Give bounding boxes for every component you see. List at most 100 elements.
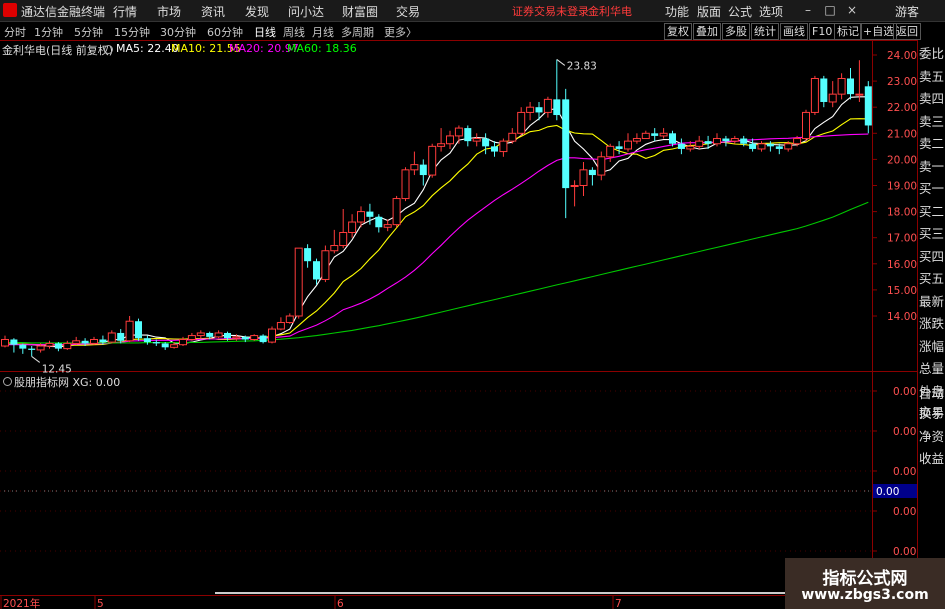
- candle-body-up: [855, 93, 864, 96]
- candle-body-up: [606, 145, 615, 158]
- y-tick-label: 15.00: [887, 285, 917, 297]
- candle-body-up: [784, 143, 793, 150]
- y-tick-label: 16.00: [887, 259, 917, 271]
- candle-body-up: [187, 335, 196, 340]
- candle-body-up: [170, 344, 179, 348]
- y-tick-label: 21.00: [887, 128, 917, 140]
- y-tick-label: 18.00: [887, 207, 917, 219]
- y-tick-label: 19.00: [887, 181, 917, 193]
- candle-body-down: [677, 143, 685, 149]
- candle-body-down: [588, 169, 596, 176]
- candle-body-up: [63, 342, 72, 350]
- candle-body-down: [224, 332, 231, 339]
- ma-line-ma10: [4, 118, 869, 346]
- candle-body-up: [526, 106, 535, 113]
- candle-body-up: [383, 224, 392, 228]
- side-item-18[interactable]: 收益: [919, 448, 945, 470]
- candle-body-down: [81, 340, 89, 344]
- candle-body-up: [810, 77, 819, 113]
- candle-body-up: [570, 185, 579, 187]
- candle-body-down: [161, 343, 169, 348]
- side-item-7[interactable]: 买二: [919, 201, 945, 223]
- side-item-2[interactable]: 卖四: [919, 88, 945, 110]
- candle-body-down: [847, 78, 854, 95]
- candle-body-up: [107, 332, 116, 343]
- y-tick-label: 17.00: [887, 233, 917, 245]
- candle-body-up: [72, 340, 81, 344]
- y-tick-label: 24.00: [887, 50, 917, 62]
- side-item-0[interactable]: 委比: [919, 43, 945, 65]
- candle-body-down: [562, 99, 570, 189]
- candle-body-up: [641, 132, 650, 140]
- sub-y-tick-label: 0.00: [893, 466, 916, 478]
- candle-body-down: [722, 138, 730, 142]
- side-item-6[interactable]: 买一: [919, 178, 945, 200]
- candle-body-up: [828, 93, 837, 103]
- side-item-17[interactable]: 净资: [919, 426, 945, 448]
- side-item-5[interactable]: 卖一: [919, 156, 945, 178]
- candle-body-up: [179, 338, 187, 346]
- candle-body-up: [294, 247, 303, 317]
- candle-body-down: [482, 138, 490, 147]
- candle-body-up: [632, 138, 641, 142]
- candle-body-down: [304, 248, 312, 262]
- candle-body-up: [802, 111, 810, 140]
- candle-body-up: [410, 164, 419, 171]
- candle-body-up: [793, 138, 802, 145]
- candle-body-down: [553, 99, 561, 116]
- candle-body-down: [366, 211, 374, 217]
- side-item-3[interactable]: 卖三: [919, 111, 945, 133]
- candle-body-down: [535, 107, 543, 113]
- side-item-11[interactable]: 最新: [919, 291, 945, 313]
- side-item-13[interactable]: 涨幅: [919, 336, 945, 358]
- side-item-8[interactable]: 买三: [919, 223, 945, 245]
- candle-body-up: [472, 138, 481, 142]
- ma-line-ma5: [4, 96, 869, 348]
- candle-body-down: [117, 332, 125, 341]
- candle-body-up: [357, 211, 365, 223]
- high-marker-line: [556, 59, 566, 66]
- candle-body-down: [241, 336, 249, 340]
- time-scrollbar: [215, 592, 790, 594]
- candle-body-up: [695, 140, 704, 147]
- candle-body-down: [135, 321, 142, 339]
- side-item-20[interactable]: 交易: [919, 402, 945, 424]
- side-item-9[interactable]: 买四: [919, 246, 945, 268]
- candle-body-up: [285, 315, 294, 324]
- y-tick-label: 20.00: [887, 154, 917, 166]
- candle-body-up: [90, 338, 98, 344]
- candle-body-up: [686, 145, 695, 150]
- candle-body-up: [517, 111, 526, 134]
- sub-y-tick-label: 0.00: [893, 426, 916, 438]
- candle-body-up: [499, 140, 508, 153]
- y-tick-label: 23.00: [887, 76, 917, 88]
- side-item-1[interactable]: 卖五: [919, 66, 945, 88]
- x-tick-label: 2021年: [3, 597, 40, 609]
- candle-body-up: [36, 345, 45, 351]
- candle-body-down: [206, 332, 214, 337]
- side-item-4[interactable]: 卖二: [919, 133, 945, 155]
- side-item-14[interactable]: 总量: [919, 358, 945, 380]
- side-item-12[interactable]: 涨跌: [919, 313, 945, 335]
- candle-body-down: [10, 339, 18, 345]
- candle-body-down: [704, 141, 712, 144]
- candle-body-up: [401, 169, 410, 200]
- candle-body-down: [864, 86, 872, 126]
- low-price-label: 12.45: [42, 363, 72, 375]
- candle-body-up: [1, 338, 9, 347]
- candle-body-down: [419, 164, 427, 176]
- candle-body-up: [268, 328, 276, 343]
- candle-body-up: [757, 143, 766, 150]
- watermark-url: www.zbgs3.com: [801, 587, 929, 603]
- candle-body-up: [437, 143, 446, 147]
- candle-body-down: [19, 344, 27, 349]
- kline-chart[interactable]: 24.00 23.00 22.00 21.00 20.00 19.00 18.00 17.00…: [0, 0, 945, 609]
- x-tick-label: 6: [337, 598, 344, 609]
- candle-body-down: [651, 133, 659, 136]
- candle-body-down: [740, 138, 748, 144]
- x-tick-label: 7: [615, 598, 622, 609]
- side-item-10[interactable]: 买五: [919, 268, 945, 290]
- candle-body-down: [28, 348, 36, 350]
- candle-body-up: [276, 322, 285, 330]
- candle-body-up: [339, 231, 348, 247]
